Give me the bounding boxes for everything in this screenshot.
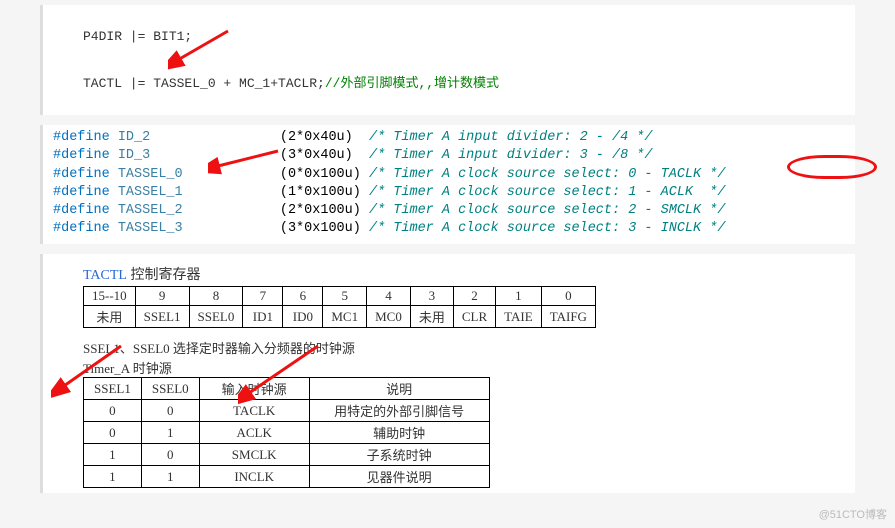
clock-source-table: SSEL1SSEL0输入时钟源说明 00TACLK用特定的外部引脚信号01ACL… bbox=[83, 377, 490, 488]
macro-value: (0*0x100u) bbox=[280, 167, 369, 182]
keyword-define: #define bbox=[53, 148, 118, 163]
table-cell: 6 bbox=[283, 287, 323, 306]
table-cell: SSEL0 bbox=[141, 378, 199, 400]
table-cell: 未用 bbox=[84, 306, 136, 328]
table-cell: 0 bbox=[84, 400, 142, 422]
table-cell: TAIFG bbox=[541, 306, 595, 328]
macro-value: (3*0x40u) bbox=[280, 148, 369, 163]
table-cell: CLR bbox=[453, 306, 495, 328]
keyword-define: #define bbox=[53, 167, 118, 182]
table-row: 01ACLK辅助时钟 bbox=[84, 422, 490, 444]
table-cell: 5 bbox=[323, 287, 367, 306]
define-line: #define ID_2 (2*0x40u) /* Timer A input … bbox=[53, 129, 845, 147]
table2-caption: Timer_A 时钟源 bbox=[83, 358, 835, 377]
table-row: 00TACLK用特定的外部引脚信号 bbox=[84, 400, 490, 422]
table-cell: 用特定的外部引脚信号 bbox=[309, 400, 489, 422]
macro-comment: /* Timer A clock source select: 1 - ACLK… bbox=[369, 185, 725, 200]
table-cell: 输入时钟源 bbox=[199, 378, 309, 400]
macro-name: TASSEL_0 bbox=[118, 167, 280, 182]
macro-name: TASSEL_2 bbox=[118, 203, 280, 218]
table-cell: TACLK bbox=[199, 400, 309, 422]
table-cell: 1 bbox=[496, 287, 542, 306]
code-line-2: TACTL |= TASSEL_0 + MC_1+TACLR;//外部引脚模式,… bbox=[83, 72, 815, 95]
table1-title-eng: TACTL bbox=[83, 268, 127, 283]
define-line: #define TASSEL_1 (1*0x100u) /* Timer A c… bbox=[53, 184, 845, 202]
keyword-define: #define bbox=[53, 203, 118, 218]
table-cell: 见器件说明 bbox=[309, 466, 489, 488]
macro-comment: /* Timer A clock source select: 3 - INCL… bbox=[369, 221, 725, 236]
macro-comment: /* Timer A input divider: 3 - /8 */ bbox=[369, 148, 653, 163]
table-cell: 说明 bbox=[309, 378, 489, 400]
table-cell: 1 bbox=[84, 444, 142, 466]
keyword-define: #define bbox=[53, 185, 118, 200]
table-cell: MC0 bbox=[367, 306, 411, 328]
define-line: #define TASSEL_2 (2*0x100u) /* Timer A c… bbox=[53, 202, 845, 220]
code-block-top: P4DIR |= BIT1; TACTL |= TASSEL_0 + MC_1+… bbox=[40, 5, 855, 115]
table-cell: 4 bbox=[367, 287, 411, 306]
define-line: #define ID_3 (3*0x40u) /* Timer A input … bbox=[53, 147, 845, 165]
table-cell: 15--10 bbox=[84, 287, 136, 306]
macro-comment: /* Timer A input divider: 2 - /4 */ bbox=[369, 130, 653, 145]
table-cell: SSEL1 bbox=[135, 306, 189, 328]
table-cell: SSEL1 bbox=[84, 378, 142, 400]
macro-value: (3*0x100u) bbox=[280, 221, 369, 236]
table-cell: INCLK bbox=[199, 466, 309, 488]
macro-value: (2*0x40u) bbox=[280, 130, 369, 145]
watermark: @51CTO博客 bbox=[819, 506, 887, 522]
table-cell: 辅助时钟 bbox=[309, 422, 489, 444]
table-cell: 1 bbox=[141, 466, 199, 488]
macro-name: ID_3 bbox=[118, 148, 280, 163]
table-cell: SMCLK bbox=[199, 444, 309, 466]
table-row: 11INCLK见器件说明 bbox=[84, 466, 490, 488]
code-line-2-code: TACTL |= TASSEL_0 + MC_1+TACLR; bbox=[83, 76, 325, 91]
define-line: #define TASSEL_0 (0*0x100u) /* Timer A c… bbox=[53, 166, 845, 184]
table-cell: MC1 bbox=[323, 306, 367, 328]
table-cell: 9 bbox=[135, 287, 189, 306]
table-cell: ACLK bbox=[199, 422, 309, 444]
code-line-1: P4DIR |= BIT1; bbox=[83, 25, 815, 48]
macro-name: TASSEL_1 bbox=[118, 185, 280, 200]
table-cell: 0 bbox=[541, 287, 595, 306]
tables-area: TACTL 控制寄存器 15--109876543210 未用SSEL1SSEL… bbox=[40, 254, 855, 493]
macro-comment: /* Timer A clock source select: 2 - SMCL… bbox=[369, 203, 725, 218]
table-cell: 0 bbox=[84, 422, 142, 444]
code-line-2-comment: //外部引脚模式,,增计数模式 bbox=[325, 76, 499, 91]
keyword-define: #define bbox=[53, 130, 118, 145]
table-row: 10SMCLK子系统时钟 bbox=[84, 444, 490, 466]
table-cell: 1 bbox=[84, 466, 142, 488]
table-cell: 未用 bbox=[410, 306, 453, 328]
code-block-defines: #define ID_2 (2*0x40u) /* Timer A input … bbox=[40, 125, 855, 244]
table1-title-cn: 控制寄存器 bbox=[127, 268, 201, 283]
keyword-define: #define bbox=[53, 221, 118, 236]
table-cell: 7 bbox=[243, 287, 283, 306]
table-cell: ID1 bbox=[243, 306, 283, 328]
table-cell: SSEL0 bbox=[189, 306, 243, 328]
table1-title: TACTL 控制寄存器 bbox=[83, 264, 835, 284]
table-cell: 2 bbox=[453, 287, 495, 306]
table-cell: 1 bbox=[141, 422, 199, 444]
define-line: #define TASSEL_3 (3*0x100u) /* Timer A c… bbox=[53, 220, 845, 238]
table-cell: ID0 bbox=[283, 306, 323, 328]
table-cell: 子系统时钟 bbox=[309, 444, 489, 466]
macro-comment: /* Timer A clock source select: 0 - TACL… bbox=[369, 167, 725, 182]
clock-source-paragraph: SSEL1、SSEL0 选择定时器输入分频器的时钟源 bbox=[83, 338, 835, 357]
code-line-blank bbox=[83, 48, 815, 71]
macro-name: TASSEL_3 bbox=[118, 221, 280, 236]
macro-value: (1*0x100u) bbox=[280, 185, 369, 200]
macro-name: ID_2 bbox=[118, 130, 280, 145]
table-cell: TAIE bbox=[496, 306, 542, 328]
table-cell: 0 bbox=[141, 400, 199, 422]
macro-value: (2*0x100u) bbox=[280, 203, 369, 218]
table-cell: 0 bbox=[141, 444, 199, 466]
tactl-register-table: 15--109876543210 未用SSEL1SSEL0ID1ID0MC1MC… bbox=[83, 286, 596, 328]
table-cell: 8 bbox=[189, 287, 243, 306]
table-cell: 3 bbox=[410, 287, 453, 306]
